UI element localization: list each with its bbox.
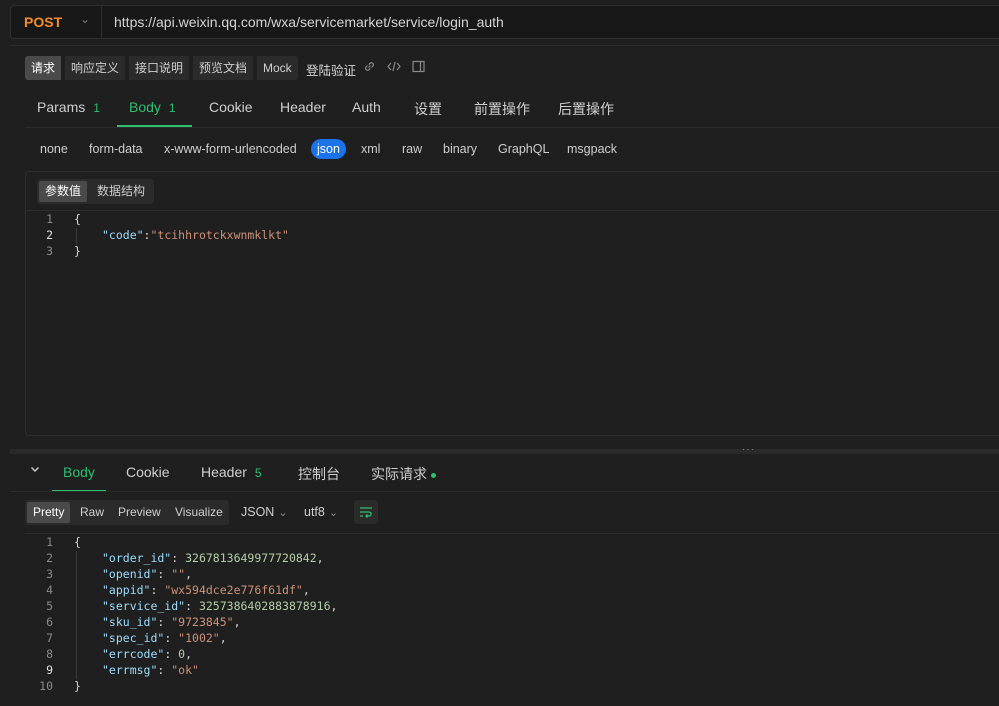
tab-cookie[interactable]: Cookie xyxy=(209,99,253,115)
line-number: 4 xyxy=(46,583,53,597)
json-open-brace: { xyxy=(74,212,81,226)
url-separator xyxy=(101,6,102,38)
json-line[interactable]: "openid": "", xyxy=(102,567,192,581)
json-line[interactable]: "appid": "wx594dce2e776f61df", xyxy=(102,583,310,597)
format-select[interactable]: JSON ⌄ xyxy=(241,505,288,519)
line-number: 6 xyxy=(46,615,53,629)
indent-guide xyxy=(76,551,77,679)
chevron-down-icon[interactable] xyxy=(29,462,41,478)
url-input[interactable]: https://api.weixin.qq.com/wxa/servicemar… xyxy=(114,14,504,30)
tab-settings[interactable]: 设置 xyxy=(414,99,442,119)
tab-request[interactable]: 请求 xyxy=(25,56,62,80)
view-visualize[interactable]: Visualize xyxy=(169,502,229,523)
tab-preview-docs[interactable]: 预览文档 xyxy=(193,56,254,80)
json-line[interactable]: "order_id": 3267813649977720842, xyxy=(102,551,324,565)
body-type-msgpack[interactable]: msgpack xyxy=(567,142,617,156)
line-number: 5 xyxy=(46,599,53,613)
tab-body[interactable]: Body 1 xyxy=(129,99,176,115)
tab-auth[interactable]: Auth xyxy=(352,99,381,115)
line-number: 10 xyxy=(39,679,53,693)
wrap-lines-icon[interactable] xyxy=(354,500,378,524)
view-raw[interactable]: Raw xyxy=(74,502,110,523)
json-line[interactable]: "spec_id": "1002", xyxy=(102,631,227,645)
code-icon[interactable] xyxy=(387,60,401,76)
tab-response-cookie[interactable]: Cookie xyxy=(126,464,170,480)
line-number: 2 xyxy=(46,228,53,242)
tab-post-processors[interactable]: 后置操作 xyxy=(558,99,614,119)
tab-params[interactable]: Params 1 xyxy=(37,99,100,115)
json-line[interactable]: "errcode": 0, xyxy=(102,647,192,661)
json-line[interactable]: "service_id": 3257386402883878916, xyxy=(102,599,337,613)
line-number: 2 xyxy=(46,551,53,565)
tab-response-definition[interactable]: 响应定义 xyxy=(65,56,126,80)
line-number: 9 xyxy=(46,663,53,677)
line-number: 1 xyxy=(46,535,53,549)
divider xyxy=(10,45,999,46)
tab-actual-request[interactable]: 实际请求 xyxy=(371,464,436,484)
line-number: 7 xyxy=(46,631,53,645)
view-preview[interactable]: Preview xyxy=(112,502,167,523)
line-number: 3 xyxy=(46,567,53,581)
drag-handle-icon[interactable]: ··· xyxy=(742,444,755,455)
json-open-brace: { xyxy=(74,535,81,549)
chevron-down-icon[interactable]: ⌄ xyxy=(80,12,90,26)
layout-icon[interactable] xyxy=(412,60,425,76)
encoding-select[interactable]: utf8 ⌄ xyxy=(304,505,338,519)
link-icon[interactable] xyxy=(363,60,376,76)
line-number: 1 xyxy=(46,212,53,226)
panel-splitter[interactable] xyxy=(10,449,999,454)
json-line[interactable]: "sku_id": "9723845", xyxy=(102,615,241,629)
body-type-graphql[interactable]: GraphQL xyxy=(498,142,549,156)
body-type-binary[interactable]: binary xyxy=(443,142,477,156)
api-name: 登陆验证 xyxy=(306,64,357,78)
tab-pre-processors[interactable]: 前置操作 xyxy=(474,99,530,119)
divider xyxy=(25,533,999,534)
indent-guide xyxy=(76,228,77,244)
view-pretty[interactable]: Pretty xyxy=(27,502,71,523)
status-dot xyxy=(431,472,436,478)
body-type-form-data[interactable]: form-data xyxy=(89,142,143,156)
json-line[interactable]: "code":"tcihhrotckxwnmklkt" xyxy=(102,228,289,242)
json-close-brace: } xyxy=(74,679,81,693)
body-type-xml[interactable]: xml xyxy=(361,142,380,156)
body-type-raw[interactable]: raw xyxy=(402,142,422,156)
line-number: 8 xyxy=(46,647,53,661)
tab-console[interactable]: 控制台 xyxy=(298,464,340,484)
tab-values[interactable]: 参数值 xyxy=(39,181,88,202)
tab-response-header[interactable]: Header 5 xyxy=(201,464,262,480)
line-number: 3 xyxy=(46,244,53,258)
body-type-none[interactable]: none xyxy=(40,142,68,156)
body-type-urlencoded[interactable]: x-www-form-urlencoded xyxy=(164,142,297,156)
divider xyxy=(26,210,999,211)
json-close-brace: } xyxy=(74,244,81,258)
divider xyxy=(25,127,999,128)
method-select[interactable]: POST xyxy=(24,14,62,30)
tab-header[interactable]: Header xyxy=(280,99,326,115)
json-line[interactable]: "errmsg": "ok" xyxy=(102,663,199,677)
tab-schema[interactable]: 数据结构 xyxy=(91,181,151,202)
divider xyxy=(10,491,999,492)
tab-response-body[interactable]: Body xyxy=(63,464,95,480)
tab-mock[interactable]: Mock xyxy=(257,56,298,80)
tab-api-description[interactable]: 接口说明 xyxy=(129,56,190,80)
body-type-json[interactable]: json xyxy=(311,139,346,159)
